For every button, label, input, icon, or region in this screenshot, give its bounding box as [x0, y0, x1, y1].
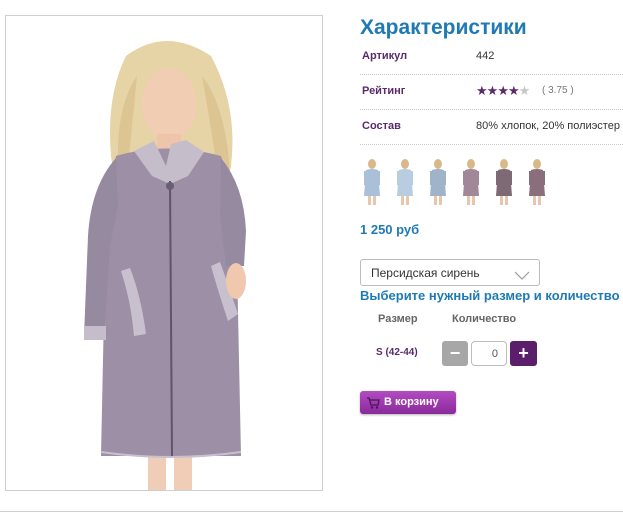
price: 1 250 руб [360, 222, 420, 237]
star-empty-icon: ★ [518, 83, 531, 98]
star-filled-icon: ★ [486, 83, 499, 98]
star-filled-icon: ★ [507, 83, 520, 98]
spec-row-material: Состав 80% хлопок, 20% полиэстер [360, 110, 623, 145]
bottom-divider [0, 511, 623, 512]
cart-icon [366, 396, 380, 414]
quantity-column-header: Количество [452, 313, 517, 325]
size-quantity-heading: Выберите нужный размер и количество [360, 288, 620, 303]
add-to-cart-button[interactable]: В корзину [360, 391, 456, 414]
woman-in-robe-image [6, 16, 322, 490]
thumb-6 [529, 159, 545, 205]
add-to-cart-label: В корзину [384, 396, 439, 408]
spec-row-rating: Рейтинг ★★★★★ ( 3.75 ) [360, 75, 623, 110]
quantity-increase-button[interactable]: + [510, 341, 537, 366]
size-column-header: Размер [378, 313, 418, 325]
article-label: Артикул [362, 50, 408, 62]
rating-value: ( 3.75 ) [542, 85, 574, 96]
product-thumbnail[interactable] [459, 158, 483, 206]
material-label: Состав [362, 120, 401, 132]
thumbnail-strip [360, 158, 570, 206]
thumb-2 [397, 159, 413, 205]
product-photo[interactable] [5, 15, 323, 491]
product-thumbnail[interactable] [393, 158, 417, 206]
color-select[interactable]: Персидская сирень [360, 259, 540, 286]
product-thumbnail[interactable] [492, 158, 516, 206]
specs-title: Характеристики [360, 16, 527, 39]
material-value: 80% хлопок, 20% полиэстер [476, 120, 620, 132]
thumb-3 [430, 159, 446, 205]
product-thumbnail[interactable] [360, 158, 384, 206]
thumb-5 [496, 159, 512, 205]
color-select-value: Персидская сирень [371, 266, 480, 280]
thumb-1 [364, 159, 380, 205]
product-thumbnail[interactable] [525, 158, 549, 206]
star-filled-icon: ★ [476, 83, 488, 98]
rating-stars[interactable]: ★★★★★ [476, 83, 531, 99]
article-value: 442 [476, 50, 495, 62]
thumb-4 [463, 159, 479, 205]
quantity-decrease-button[interactable]: − [442, 341, 468, 366]
star-filled-icon: ★ [497, 83, 509, 98]
size-value: S (42-44) [376, 347, 418, 358]
chevron-down-icon [514, 268, 530, 286]
spec-row-article: Артикул 442 [360, 40, 623, 75]
product-thumbnail[interactable] [426, 158, 450, 206]
rating-label: Рейтинг [362, 85, 406, 97]
quantity-input[interactable] [471, 341, 507, 366]
